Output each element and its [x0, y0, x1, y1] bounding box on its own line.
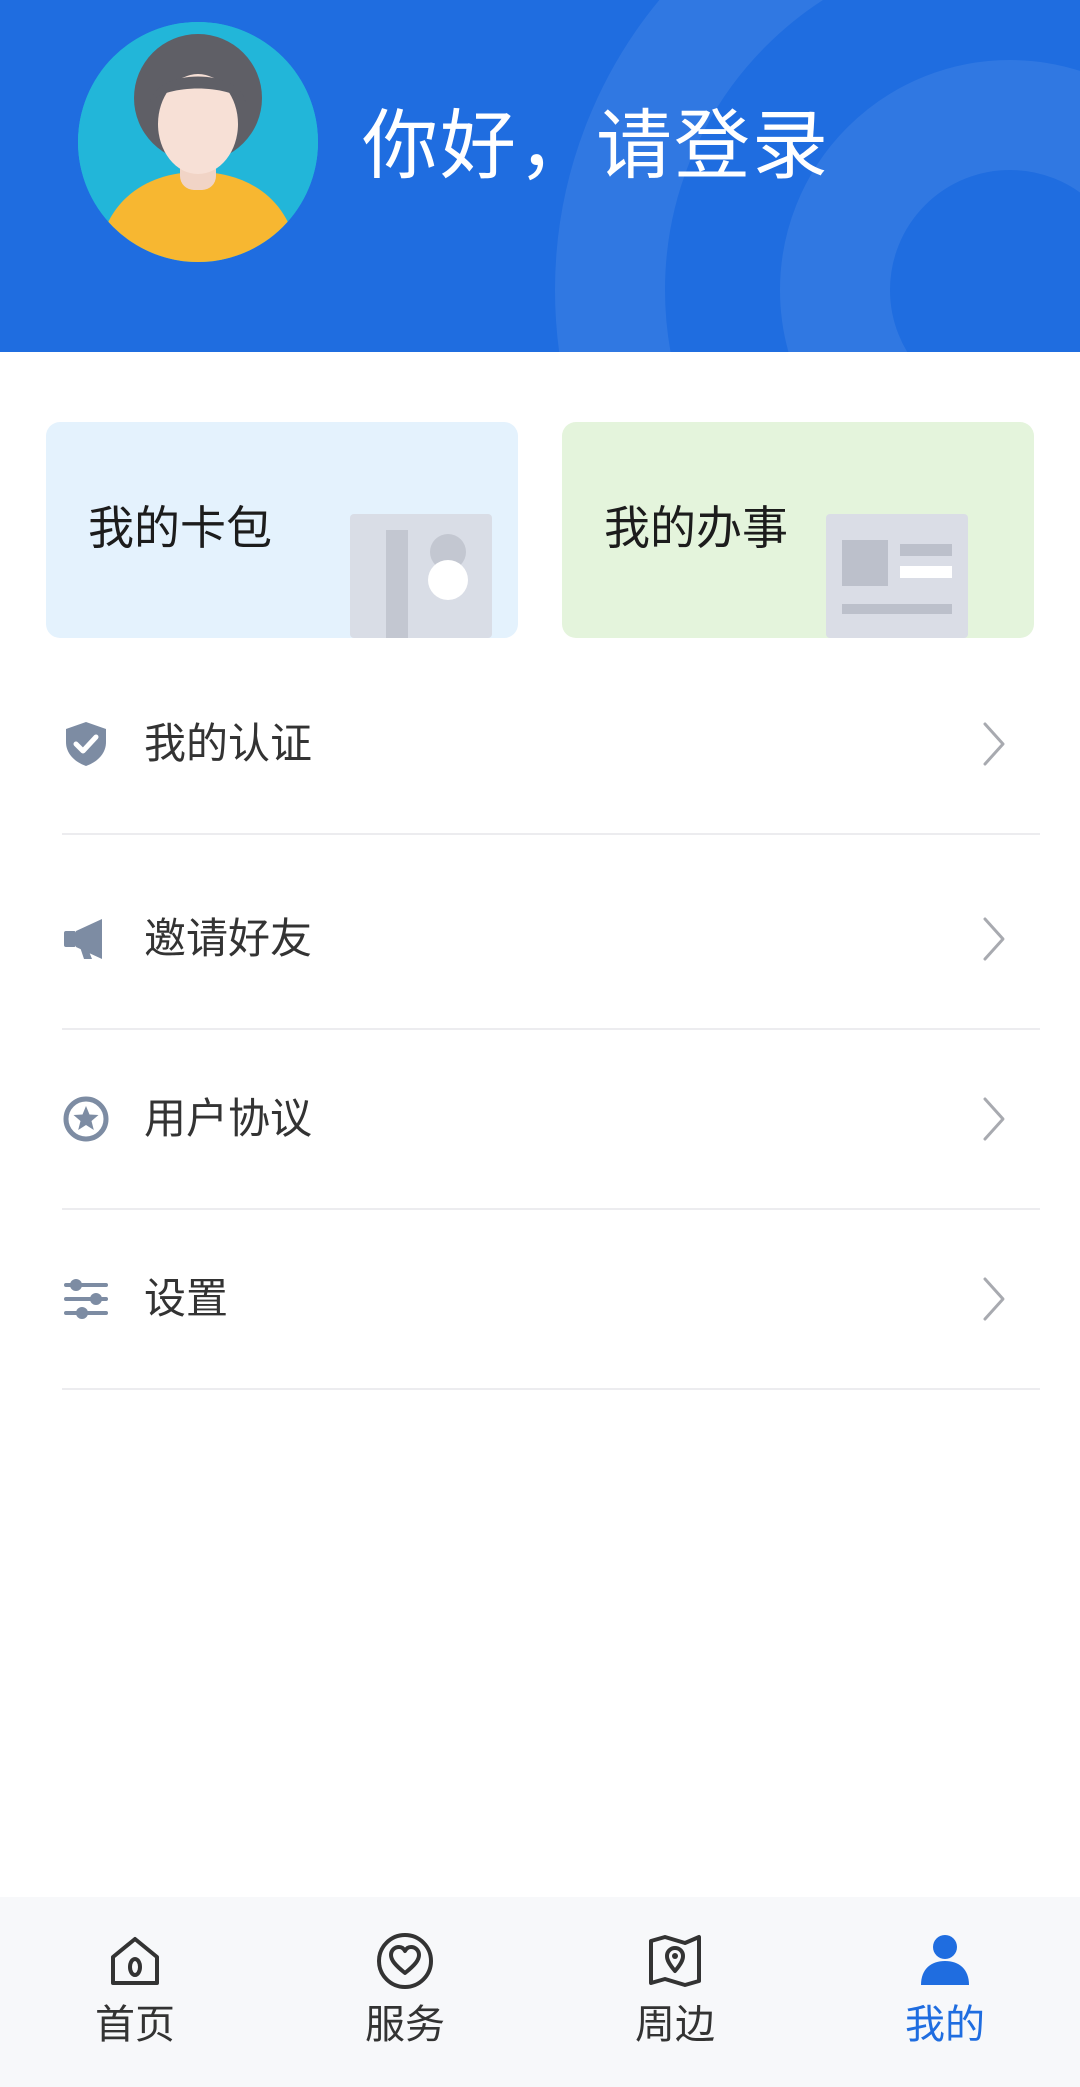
menu-item-label: 用户协议 — [144, 1093, 313, 1143]
menu-item-label: 邀请好友 — [144, 913, 313, 963]
star-circle-icon — [63, 1096, 109, 1141]
menu-item-settings[interactable]: 设置 — [62, 1209, 1040, 1390]
home-icon — [111, 1937, 159, 1985]
card-tasks-icon — [826, 514, 968, 638]
user-icon — [921, 1935, 969, 1985]
menu-item-label: 我的认证 — [144, 718, 313, 768]
map-pin-icon — [649, 1935, 701, 1987]
chevron-right-icon — [983, 722, 1005, 765]
nav-tab-home[interactable]: 首页 — [0, 1897, 270, 2087]
sliders-icon — [64, 1278, 108, 1319]
chevron-right-icon — [983, 1277, 1005, 1320]
bottom-nav: 首页 服务 周边 我的 — [0, 1897, 1080, 2087]
nav-tab-label: 周边 — [635, 2002, 715, 2048]
nav-tab-label: 我的 — [905, 2002, 985, 2048]
heart-circle-icon — [377, 1933, 433, 1989]
menu-item-user-agreement[interactable]: 用户协议 — [62, 1029, 1040, 1210]
chevron-right-icon — [983, 917, 1005, 960]
nav-tab-services[interactable]: 服务 — [270, 1897, 540, 2087]
card-wallet[interactable]: 我的卡包 — [46, 422, 518, 638]
default-avatar-icon — [78, 22, 318, 262]
nav-tab-mine[interactable]: 我的 — [810, 1897, 1080, 2087]
menu-item-invite-friends[interactable]: 邀请好友 — [62, 849, 1040, 1030]
login-greeting[interactable]: 你好，请登录 — [362, 96, 830, 196]
avatar[interactable] — [78, 22, 318, 262]
card-tasks[interactable]: 我的办事 — [562, 422, 1034, 638]
megaphone-icon — [64, 918, 102, 959]
nav-tab-nearby[interactable]: 周边 — [540, 1897, 810, 2087]
nav-tab-label: 首页 — [95, 2002, 175, 2048]
menu-item-label: 设置 — [144, 1273, 229, 1323]
menu-item-certification[interactable]: 我的认证 — [62, 654, 1040, 835]
profile-header: 你好，请登录 — [0, 0, 1080, 352]
profile-page: 你好，请登录 我的卡包 我的办事 我的认证 邀请好友 用户协议 设置 首页 服务… — [0, 0, 1080, 2087]
card-tasks-label: 我的办事 — [604, 501, 788, 555]
shield-check-icon — [66, 721, 106, 766]
card-wallet-label: 我的卡包 — [88, 501, 272, 555]
chevron-right-icon — [983, 1097, 1005, 1140]
card-wallet-icon — [350, 514, 492, 638]
nav-tab-label: 服务 — [365, 2002, 445, 2048]
